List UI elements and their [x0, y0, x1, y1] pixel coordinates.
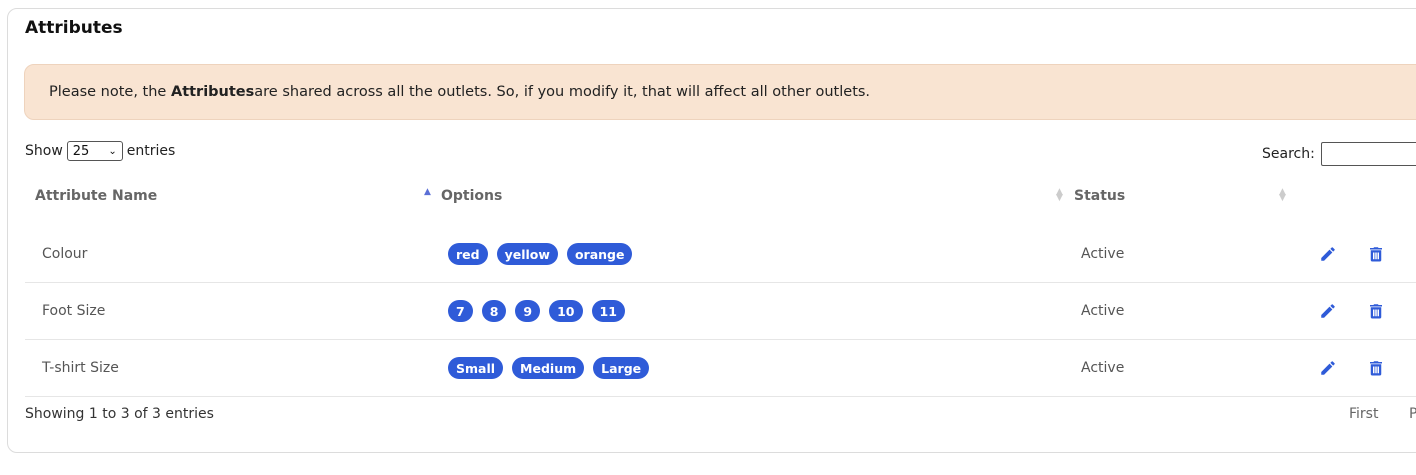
status-cell: Active [1081, 360, 1125, 376]
options-cell: red yellow orange [448, 226, 633, 282]
entries-label: entries [126, 143, 176, 159]
search-label: Search: [1262, 146, 1315, 162]
pagination-previous[interactable]: P [1409, 406, 1416, 422]
table-row: Foot Size 7 8 9 10 11 Active [25, 283, 1416, 340]
alert-text-bold: Attributes [170, 84, 255, 100]
chevron-down-icon: ⌄ [108, 145, 117, 157]
search-input[interactable] [1320, 142, 1416, 166]
alert-text-prefix: Please note, the [49, 84, 167, 100]
status-cell: Active [1081, 246, 1125, 262]
length-menu: Show 25 ⌄ entries [25, 141, 175, 161]
option-badge: yellow [496, 243, 558, 265]
table-info: Showing 1 to 3 of 3 entries [25, 406, 214, 422]
status-cell: Active [1081, 303, 1125, 319]
attribute-name-cell: Foot Size [42, 303, 106, 319]
sort-asc-icon[interactable]: ▲ [424, 188, 431, 197]
column-header-options[interactable]: Options [441, 188, 502, 204]
alert-text-suffix: are shared across all the outlets. So, i… [254, 84, 871, 100]
sort-icon[interactable]: ▲ ▼ [1056, 188, 1063, 203]
pencil-icon[interactable] [1319, 245, 1337, 263]
option-badge: 8 [481, 300, 507, 322]
table-row: Colour red yellow orange Active [25, 226, 1416, 283]
options-cell: Small Medium Large [448, 340, 650, 396]
option-badge: Large [593, 357, 650, 379]
option-badge: 9 [515, 300, 541, 322]
entries-per-page-select[interactable]: 25 ⌄ [66, 141, 123, 161]
attribute-name-cell: T-shirt Size [42, 360, 119, 376]
pencil-icon[interactable] [1319, 359, 1337, 377]
option-badge: Small [448, 357, 504, 379]
trash-icon[interactable] [1367, 359, 1385, 377]
option-badge: orange [566, 243, 633, 265]
option-badge: 10 [549, 300, 583, 322]
option-badge: red [448, 243, 488, 265]
shared-attributes-alert: Please note, the Attributes are shared a… [24, 64, 1416, 120]
option-badge: 7 [448, 300, 473, 322]
trash-icon[interactable] [1367, 245, 1385, 263]
column-header-status[interactable]: Status [1074, 188, 1125, 204]
table-row: T-shirt Size Small Medium Large Active [25, 340, 1416, 397]
table-header: Attribute Name ▲ Options ▲ ▼ Status ▲ ▼ [25, 184, 1416, 212]
pencil-icon[interactable] [1319, 302, 1337, 320]
entries-per-page-value: 25 [72, 143, 90, 159]
show-label: Show [25, 143, 63, 159]
options-cell: 7 8 9 10 11 [448, 283, 625, 339]
option-badge: 11 [591, 300, 625, 322]
page-title: Attributes [25, 18, 123, 38]
column-header-attribute-name[interactable]: Attribute Name [35, 188, 157, 204]
sort-icon[interactable]: ▲ ▼ [1279, 188, 1286, 203]
pagination-first[interactable]: First [1349, 406, 1378, 422]
search-box: Search: [1262, 142, 1416, 166]
attribute-name-cell: Colour [42, 246, 88, 262]
option-badge: Medium [512, 357, 585, 379]
trash-icon[interactable] [1367, 302, 1385, 320]
